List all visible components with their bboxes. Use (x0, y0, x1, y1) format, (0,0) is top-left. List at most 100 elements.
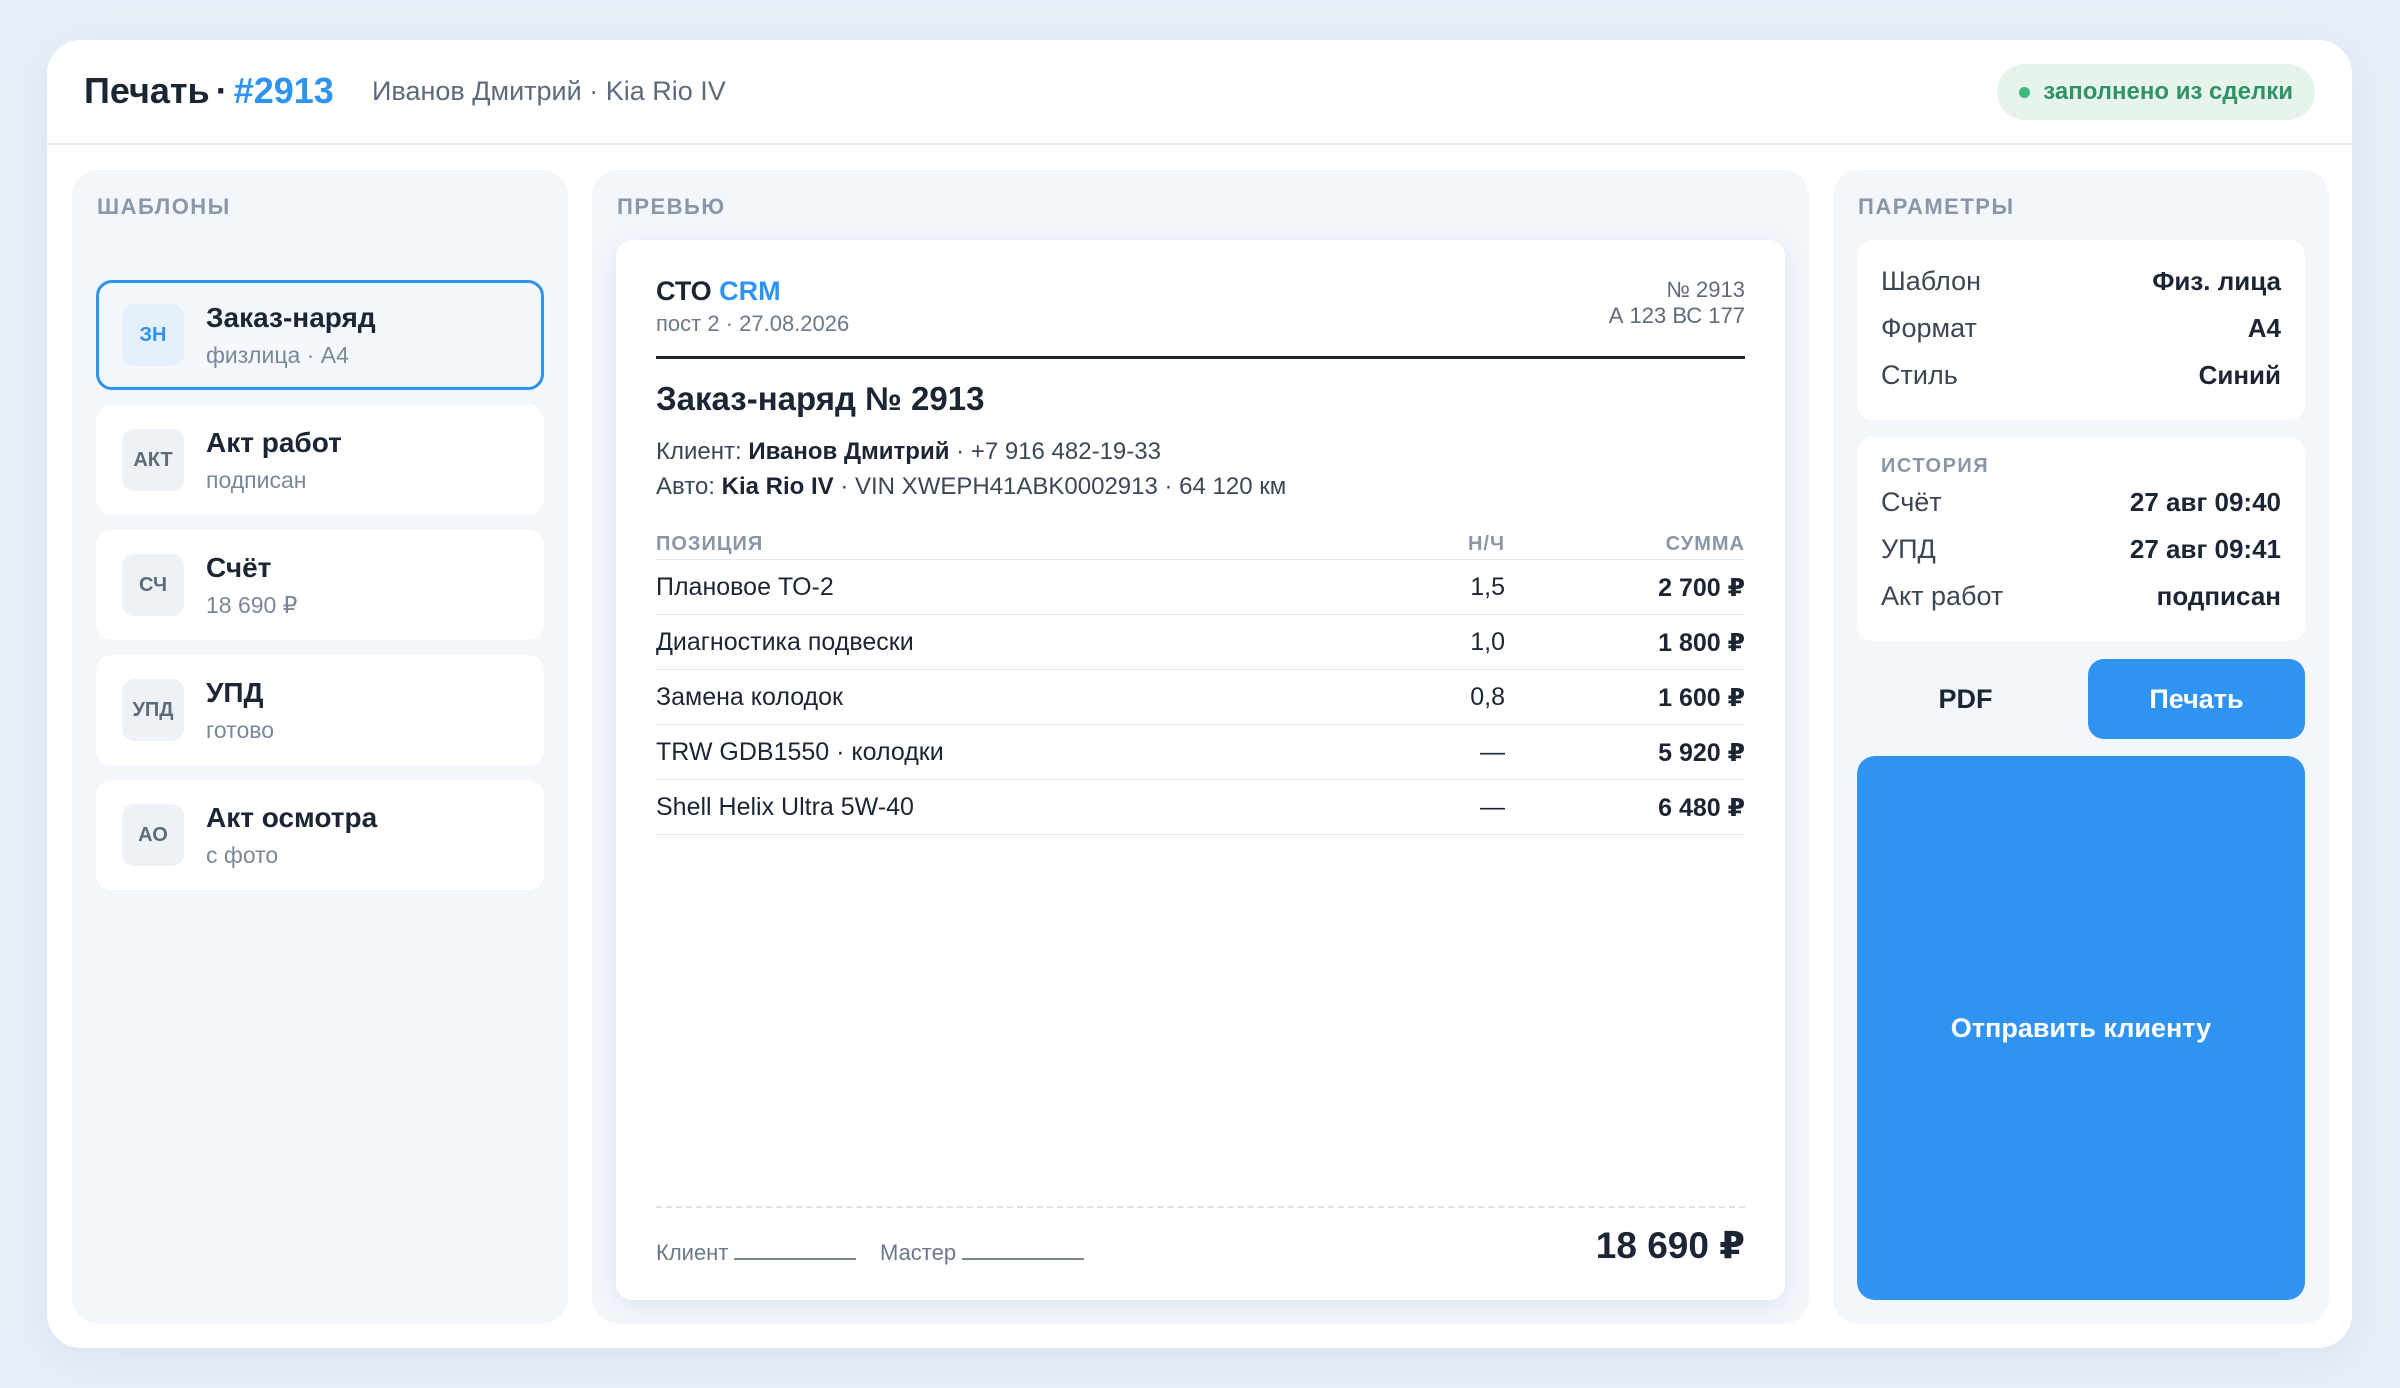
page-subtitle: Иванов Дмитрий · Kia Rio IV (372, 76, 726, 106)
cell-hours: 1,0 (1470, 628, 1505, 656)
status-dot-icon (2019, 87, 2031, 98)
status-badge: заполнено из сделки (1997, 64, 2315, 120)
setting-key: Шаблон (1881, 266, 1981, 296)
doc-total: 18 690 ₽ (1595, 1225, 1745, 1266)
table-row: Shell Helix Ultra 5W-40 — 6 480 ₽ (656, 780, 1745, 835)
client-label: Клиент: (656, 438, 742, 465)
car-model: Kia Rio IV (721, 473, 834, 500)
send-to-client-button[interactable]: Отправить клиенту (1857, 756, 2305, 1300)
history-card: ИСТОРИЯ Счёт 27 авг 09:40 УПД 27 авг 09:… (1857, 437, 2305, 641)
params-panel: ПАРАМЕТРЫ Шаблон Физ. лица Формат A4 Сти… (1833, 170, 2329, 1324)
print-button[interactable]: Печать (2088, 659, 2305, 739)
setting-value: A4 (2247, 313, 2281, 343)
history-key: Счёт (1881, 487, 1942, 517)
setting-key: Формат (1881, 313, 1977, 343)
template-name: Акт работ (206, 427, 342, 458)
template-icon: АКТ (122, 429, 184, 491)
cell-sum: 1 800 ₽ (1658, 629, 1745, 657)
history-item: Счёт 27 авг 09:40 (1881, 487, 2281, 527)
setting-format[interactable]: Формат A4 (1881, 313, 2281, 353)
cell-hours: — (1480, 738, 1505, 766)
car-details: · VIN XWEPH41ABK0002913 · 64 120 км (840, 473, 1287, 500)
cell-hours: 1,5 (1470, 573, 1505, 601)
doc-footer-divider (656, 1206, 1745, 1208)
title-separator: · (215, 70, 228, 111)
setting-template[interactable]: Шаблон Физ. лица (1881, 266, 2281, 306)
preview-title: ПРЕВЬЮ (617, 194, 726, 219)
setting-key: Стиль (1881, 360, 1958, 390)
doc-brand-accent: CRM (719, 276, 781, 306)
table-row: Плановое ТО-2 1,5 2 700 ₽ (656, 560, 1745, 615)
template-sub: с фото (206, 842, 279, 868)
car-label: Авто: (656, 473, 715, 500)
sign-line (962, 1258, 1085, 1260)
template-item-upd[interactable]: УПД УПД готово (96, 655, 544, 765)
doc-plate: А 123 ВС 177 (1608, 303, 1745, 328)
cell-position: Замена колодок (656, 683, 843, 711)
template-name: Заказ-наряд (206, 302, 376, 333)
template-sub: подписан (206, 467, 307, 493)
settings-card: Шаблон Физ. лица Формат A4 Стиль Синий (1857, 240, 2305, 420)
col-hours: Н/Ч (1467, 533, 1505, 555)
print-window: Печать · #2913 Иванов Дмитрий · Kia Rio IV… (47, 40, 2352, 1348)
positions-table: ПОЗИЦИЯ Н/Ч СУММА Плановое ТО-2 1,5 2 70… (656, 530, 1745, 835)
template-name: УПД (206, 677, 264, 708)
template-sub: готово (206, 717, 274, 743)
history-key: УПД (1881, 534, 1936, 564)
history-value: 27 авг 09:40 (2129, 487, 2281, 517)
doc-brand: СТО CRM (656, 276, 781, 307)
history-value: 27 авг 09:41 (2129, 534, 2281, 564)
table-row: Диагностика подвески 1,0 1 800 ₽ (656, 615, 1745, 670)
history-key: Акт работ (1881, 581, 2004, 611)
doc-brand-name: СТО (656, 276, 712, 306)
template-item-act[interactable]: АКТ Акт работ подписан (96, 405, 544, 515)
sign-client: Клиент (656, 1240, 857, 1266)
status-badge-label: заполнено из сделки (2043, 78, 2293, 105)
send-to-client-label: Отправить клиенту (1950, 1012, 2212, 1043)
cell-sum: 2 700 ₽ (1658, 574, 1745, 602)
template-icon: АО (122, 804, 184, 866)
templates-panel: ШАБЛОНЫ ЗН Заказ-наряд физлица · A4 АКТ … (72, 170, 568, 1324)
setting-value: Синий (2198, 360, 2281, 390)
cell-position: TRW GDB1550 · колодки (656, 738, 944, 766)
cell-position: Диагностика подвески (656, 628, 914, 656)
cell-hours: — (1480, 793, 1505, 821)
sign-master: Мастер (880, 1240, 1085, 1266)
doc-number: № 2913 (1666, 277, 1745, 302)
setting-style[interactable]: Стиль Синий (1881, 360, 2281, 400)
client-name: Иванов Дмитрий (748, 438, 950, 465)
cell-position: Плановое ТО-2 (656, 573, 834, 601)
history-title: ИСТОРИЯ (1881, 455, 1990, 477)
col-sum: СУММА (1665, 533, 1745, 555)
template-icon: СЧ (122, 554, 184, 616)
template-item-inspection[interactable]: АО Акт осмотра с фото (96, 780, 544, 890)
history-item: Акт работ подписан (1881, 581, 2281, 621)
template-item-invoice[interactable]: СЧ Счёт 18 690 ₽ (96, 530, 544, 640)
template-name: Акт осмотра (206, 802, 378, 833)
cell-sum: 5 920 ₽ (1658, 739, 1745, 767)
template-icon: ЗН (122, 304, 184, 366)
header: Печать · #2913 Иванов Дмитрий · Kia Rio IV… (47, 40, 2352, 145)
cell-sum: 1 600 ₽ (1658, 684, 1745, 712)
cell-position: Shell Helix Ultra 5W-40 (656, 793, 914, 821)
history-value: подписан (2156, 581, 2281, 611)
template-name: Счёт (206, 552, 272, 583)
doc-divider (656, 356, 1745, 359)
table-header: ПОЗИЦИЯ Н/Ч СУММА (656, 530, 1745, 560)
template-icon: УПД (122, 679, 184, 741)
page-title-text: Печать (84, 70, 210, 111)
sign-client-label: Клиент (656, 1240, 729, 1265)
doc-client-line: Клиент: Иванов Дмитрий · +7 916 482-19-3… (656, 438, 1161, 466)
template-item-work-order[interactable]: ЗН Заказ-наряд физлица · A4 (96, 280, 544, 390)
template-sub: 18 690 ₽ (206, 592, 298, 618)
cell-sum: 6 480 ₽ (1658, 794, 1745, 822)
pdf-button[interactable]: PDF (1857, 659, 2074, 739)
sign-line (734, 1258, 857, 1260)
cell-hours: 0,8 (1470, 683, 1505, 711)
doc-car-line: Авто: Kia Rio IV · VIN XWEPH41ABK0002913… (656, 473, 1286, 501)
sign-master-label: Мастер (880, 1240, 957, 1265)
page-title: Печать · #2913 (84, 70, 334, 112)
setting-value: Физ. лица (2152, 266, 2281, 296)
doc-post-date: пост 2 · 27.08.2026 (656, 311, 850, 336)
client-phone: · +7 916 482-19-33 (956, 438, 1161, 465)
